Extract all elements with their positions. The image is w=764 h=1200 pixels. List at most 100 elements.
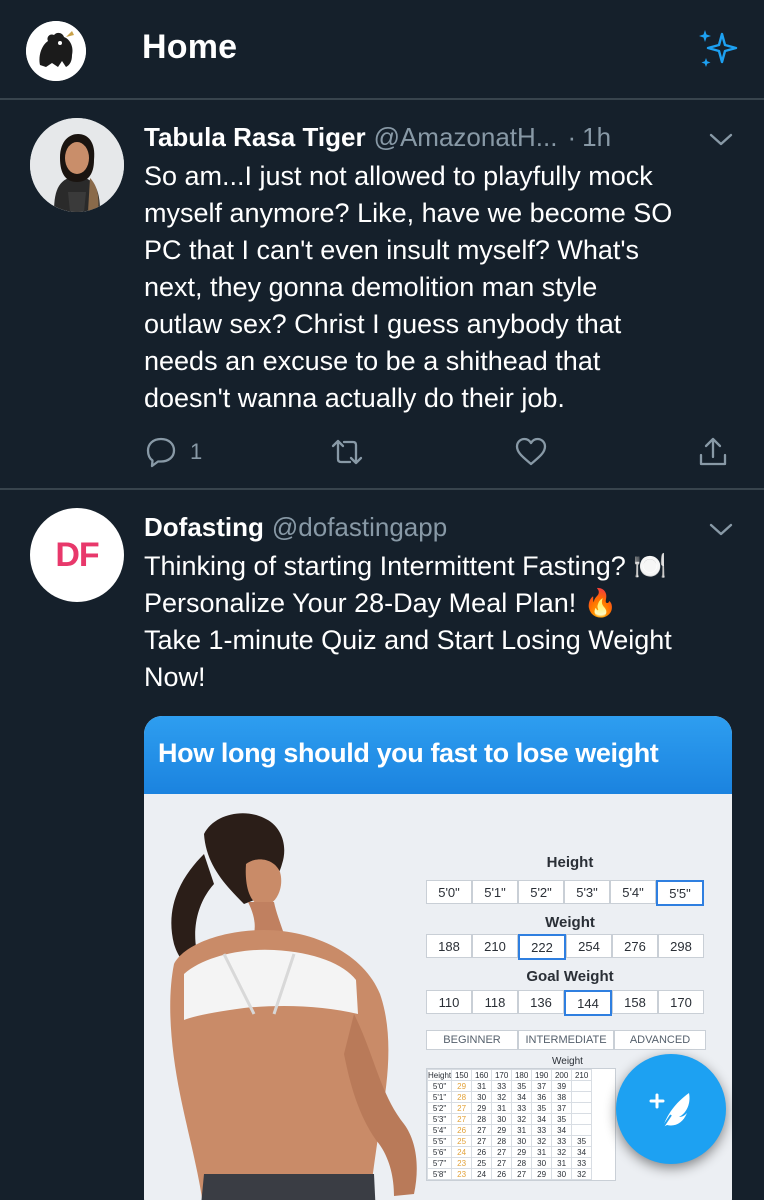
reply-icon xyxy=(146,437,176,468)
chevron-down-icon[interactable] xyxy=(708,132,734,148)
woman-figure-illustration xyxy=(170,813,417,1200)
tweet-line: next, they gonna demolition man style xyxy=(144,272,598,302)
goal-option-selected[interactable]: 144 xyxy=(564,990,612,1016)
level-option[interactable]: BEGINNER xyxy=(426,1030,518,1050)
weight-option[interactable]: 210 xyxy=(472,934,518,958)
grid-cell: 30 xyxy=(531,1157,553,1169)
grid-cell: 23 xyxy=(451,1168,473,1180)
grid-cell: 32 xyxy=(571,1168,593,1180)
grid-cell: 27 xyxy=(471,1124,493,1136)
tweet-line: Take 1-minute Quiz and Start Losing Weig… xyxy=(144,625,672,655)
grid-cell: 23 xyxy=(451,1157,473,1169)
height-label: Height xyxy=(546,854,594,871)
goal-weight-options: 110 118 136 144 158 170 xyxy=(426,990,704,1016)
height-option[interactable]: 5'4" xyxy=(610,880,656,904)
level-options: BEGINNER INTERMEDIATE ADVANCED xyxy=(426,1030,706,1050)
author-handle[interactable]: @dofastingapp xyxy=(272,512,447,542)
grid-cell: 37 xyxy=(551,1102,573,1114)
tweet-time[interactable]: 1h xyxy=(582,122,611,152)
chevron-down-icon[interactable] xyxy=(708,522,734,538)
grid-cell: 32 xyxy=(511,1113,533,1125)
reply-button[interactable]: 1 xyxy=(144,432,202,472)
grid-cell: 26 xyxy=(491,1168,513,1180)
grid-cell: 34 xyxy=(571,1146,593,1158)
author-avatar[interactable] xyxy=(30,118,124,212)
author-avatar[interactable]: DF xyxy=(30,508,124,602)
grid-header-cell: 170 xyxy=(491,1069,513,1081)
grid-header-cell: 190 xyxy=(531,1069,553,1081)
goal-option[interactable]: 158 xyxy=(612,990,658,1014)
grid-cell: 27 xyxy=(451,1113,473,1125)
grid-cell: 35 xyxy=(551,1113,573,1125)
weight-option[interactable]: 298 xyxy=(658,934,704,958)
weight-grid: Height 150 160 170 180 190 200 210 5'0" 29 31 33 35 3… xyxy=(426,1068,616,1181)
grid-row: 5'2" 27 29 31 33 35 37 xyxy=(426,1102,593,1114)
height-option[interactable]: 5'1" xyxy=(472,880,518,904)
tweet-line: needs an excuse to be a shithead that xyxy=(144,346,601,376)
like-button[interactable] xyxy=(514,432,548,472)
user-photo-icon xyxy=(30,118,124,212)
grid-row: 5'3" 27 28 30 32 34 35 xyxy=(426,1113,593,1125)
grid-cell: 39 xyxy=(551,1080,573,1092)
ad-banner: How long should you fast to lose weight xyxy=(144,716,732,794)
grid-cell: 33 xyxy=(571,1157,593,1169)
grid-cell: 5'5" xyxy=(426,1135,453,1147)
grid-header-cell: 180 xyxy=(511,1069,533,1081)
share-button[interactable] xyxy=(696,432,730,472)
tweet-line: PC that I can't even insult myself? What… xyxy=(144,235,640,265)
grid-cell: 30 xyxy=(511,1135,533,1147)
tweet[interactable]: Tabula Rasa Tiger @AmazonatH... · 1h So am.… xyxy=(0,102,764,490)
height-option-selected[interactable]: 5'5" xyxy=(656,880,704,906)
goal-option[interactable]: 170 xyxy=(658,990,704,1014)
retweet-icon xyxy=(331,439,363,465)
grid-cell: 33 xyxy=(491,1080,513,1092)
height-option[interactable]: 5'0" xyxy=(426,880,472,904)
grid-cell: 31 xyxy=(551,1157,573,1169)
level-option[interactable]: INTERMEDIATE xyxy=(518,1030,614,1050)
compose-tweet-button[interactable] xyxy=(616,1054,726,1164)
grid-cell: 5'3" xyxy=(426,1113,453,1125)
grid-cell: 29 xyxy=(531,1168,553,1180)
weight-option[interactable]: 276 xyxy=(612,934,658,958)
grid-cell: 27 xyxy=(451,1102,473,1114)
grid-cell: 29 xyxy=(471,1102,493,1114)
grid-cell: 5'7" xyxy=(426,1157,453,1169)
grid-cell: 29 xyxy=(451,1080,473,1092)
goal-option[interactable]: 110 xyxy=(426,990,472,1014)
grid-row: 5'6" 24 26 27 29 31 32 34 xyxy=(426,1146,593,1158)
page-title: Home xyxy=(142,28,238,66)
retweet-button[interactable] xyxy=(330,432,364,472)
author-handle[interactable]: @AmazonatH... xyxy=(374,122,558,152)
ad-banner-title: How long should you fast to lose weight xyxy=(158,738,659,768)
sparkle-icon[interactable] xyxy=(694,26,740,72)
grid-cell: 5'2" xyxy=(426,1102,453,1114)
tweet-line: Now! xyxy=(144,662,206,692)
grid-cell: 30 xyxy=(551,1168,573,1180)
profile-avatar[interactable] xyxy=(26,21,86,81)
grid-cell: 28 xyxy=(471,1113,493,1125)
grid-cell: 32 xyxy=(551,1146,573,1158)
goal-option[interactable]: 118 xyxy=(472,990,518,1014)
separator-dot: · xyxy=(567,122,577,152)
grid-header-cell: 200 xyxy=(551,1069,573,1081)
height-option[interactable]: 5'2" xyxy=(518,880,564,904)
author-name[interactable]: Tabula Rasa Tiger xyxy=(144,122,366,152)
weight-option[interactable]: 254 xyxy=(566,934,612,958)
reply-count: 1 xyxy=(190,439,203,464)
author-name[interactable]: Dofasting xyxy=(144,512,264,542)
weight-option[interactable]: 188 xyxy=(426,934,472,958)
bear-avatar-icon xyxy=(26,21,86,81)
weight-option-selected[interactable]: 222 xyxy=(518,934,566,960)
grid-cell: 29 xyxy=(491,1124,513,1136)
grid-cell: 31 xyxy=(491,1102,513,1114)
grid-header-cell: 210 xyxy=(571,1069,593,1081)
grid-header-cell: Height xyxy=(426,1069,453,1081)
height-options: 5'0" 5'1" 5'2" 5'3" 5'4" 5'5" xyxy=(426,880,704,906)
grid-cell: 35 xyxy=(511,1080,533,1092)
level-option[interactable]: ADVANCED xyxy=(614,1030,706,1050)
goal-option[interactable]: 136 xyxy=(518,990,564,1014)
grid-cell: 5'0" xyxy=(426,1080,453,1092)
height-option[interactable]: 5'3" xyxy=(564,880,610,904)
grid-cell: 28 xyxy=(491,1135,513,1147)
grid-cell: 24 xyxy=(471,1168,493,1180)
